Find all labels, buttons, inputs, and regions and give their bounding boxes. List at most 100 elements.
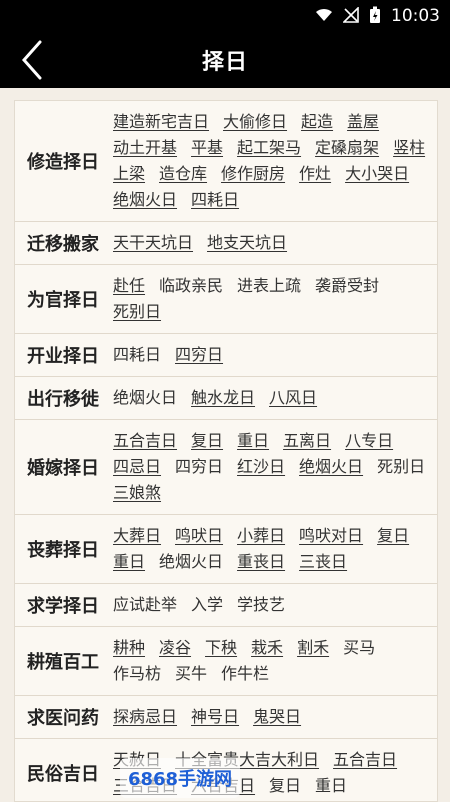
date-rule-link[interactable]: 天干天坑日 [113,230,193,256]
date-rule-link[interactable]: 绝烟火日 [299,454,363,480]
category-row: 修造择日 建造新宅吉日 大偷修日 起造 盖屋动土开基 平基 起工架马 定磉扇架 竖柱上梁 造仓库修… [15,101,437,222]
date-rule-link[interactable]: 神号日 [191,704,239,730]
date-rule-link[interactable]: 造仓库 [159,161,207,187]
category-label: 开业择日 [27,346,99,367]
date-rule-link[interactable]: 大葬日 [113,523,161,549]
date-rule-link[interactable]: 凌谷 [159,635,191,661]
date-rule-link[interactable]: 五离日 [283,428,331,454]
date-rule-link[interactable]: 平基 [191,135,223,161]
date-rule-link[interactable]: 四穷日 [175,342,223,368]
status-time: 10:03 [391,6,440,26]
date-rule-text: 四穷日 [175,457,224,476]
date-rule-link[interactable]: 建造新宅吉日 [113,109,209,135]
watermark-text: 6868手游网 [127,769,233,790]
chevron-left-icon [21,40,42,80]
category-items: 耕种 凌谷 下秧 栽禾 割禾 买马 作马枋 买牛 作牛栏 [111,633,437,689]
category-label: 民俗吉日 [27,764,99,785]
date-rule-link[interactable]: 四耗日 [191,187,239,213]
date-rule-link[interactable]: 三丧日 [299,549,347,575]
date-rule-link[interactable]: 重日 [237,428,269,454]
category-list[interactable]: 修造择日 建造新宅吉日 大偷修日 起造 盖屋动土开基 平基 起工架马 定磉扇架 竖柱上梁 造仓库修… [14,100,438,802]
date-rule-link[interactable]: 大偷修日 [223,109,287,135]
category-items: 探病忌日 神号日 鬼哭日 [111,702,437,732]
category-items: 绝烟火日 触水龙日 八风日 [111,383,437,413]
date-rule-link[interactable]: 小葬日 [237,523,285,549]
date-rule-link[interactable]: 下秧 [205,635,237,661]
date-rule-text: 死别日 [377,457,426,476]
date-rule-link[interactable]: 五合吉日 [113,428,177,454]
date-rule-text: 重日 [315,776,348,795]
category-items: 大葬日 鸣吠日 小葬日 鸣吠对日 复日重日 绝烟火日 重丧日 三丧日 [111,521,437,577]
no-signal-icon [342,5,359,26]
date-rule-text: 绝烟火日 [159,552,224,571]
category-label: 求学择日 [27,596,99,617]
date-rule-text: 临政亲民 [159,276,224,295]
date-rule-text: 买马 [343,638,376,657]
date-rule-link[interactable]: 四忌日 [113,454,161,480]
date-rule-link[interactable]: 上梁 [113,161,145,187]
date-rule-link[interactable]: 定磉扇架 [315,135,379,161]
date-rule-link[interactable]: 盖屋 [347,109,379,135]
page-title: 择日 [201,50,248,75]
category-row: 耕殖百工 耕种 凌谷 下秧 栽禾 割禾 买马 作马枋 买牛 作牛栏 [15,627,437,696]
date-rule-link[interactable]: 栽禾 [251,635,283,661]
date-rule-link[interactable]: 复日 [377,523,409,549]
date-rule-link[interactable]: 地支天坑日 [207,230,287,256]
category-row: 求学择日 应试赴举 入学 学技艺 [15,584,437,627]
category-row: 丧葬择日 大葬日 鸣吠日 小葬日 鸣吠对日 复日重日 绝烟火日 重丧日 三丧日 [15,515,437,584]
category-items: 五合吉日 复日 重日 五离日 八专日四忌日 四穷日 红沙日 绝烟火日 死别日三娘煞 [111,426,437,508]
date-rule-text: 学技艺 [237,595,286,614]
back-button[interactable] [12,38,52,82]
category-label: 修造择日 [27,152,99,173]
category-row: 出行移徙 绝烟火日 触水龙日 八风日 [15,377,437,420]
date-rule-link[interactable]: 大小哭日 [345,161,409,187]
date-rule-link[interactable]: 起工架马 [237,135,301,161]
date-rule-link[interactable]: 重丧日 [237,549,285,575]
date-rule-text: 应试赴举 [113,595,178,614]
category-items: 应试赴举 入学 学技艺 [111,590,437,620]
date-rule-text: 买牛 [175,664,208,683]
category-label: 耕殖百工 [27,652,99,673]
date-rule-link[interactable]: 动土开基 [113,135,177,161]
date-rule-link[interactable]: 复日 [191,428,223,454]
date-rule-link[interactable]: 探病忌日 [113,704,177,730]
date-rule-link[interactable]: 五合吉日 [333,747,397,773]
category-row: 迁移搬家 天干天坑日 地支天坑日 [15,222,437,265]
date-rule-link[interactable]: 八风日 [269,385,317,411]
date-rule-link[interactable]: 鬼哭日 [253,704,301,730]
date-rule-link[interactable]: 耕种 [113,635,145,661]
wifi-icon [315,8,333,25]
date-rule-text: 进表上疏 [237,276,302,295]
category-label: 出行移徙 [27,389,99,410]
category-label: 婚嫁择日 [27,458,99,479]
category-items: 建造新宅吉日 大偷修日 起造 盖屋动土开基 平基 起工架马 定磉扇架 竖柱上梁 造仓库 修作厨房作… [111,107,437,215]
date-rule-link[interactable]: 鸣吠日 [175,523,223,549]
category-label: 迁移搬家 [27,234,99,255]
date-rule-text: 绝烟火日 [113,388,178,407]
category-items: 四耗日 四穷日 [111,340,437,370]
date-rule-link[interactable]: 重日 [113,549,145,575]
date-rule-link[interactable]: 红沙日 [237,454,285,480]
category-items: 赴任 临政亲民 进表上疏 袭爵受封 死别日 [111,271,437,327]
date-rule-link[interactable]: 绝烟火日 [113,187,177,213]
category-label: 求医问药 [27,708,99,729]
date-rule-link[interactable]: 割禾 [297,635,329,661]
date-rule-link[interactable]: 作灶 [299,161,331,187]
date-rule-text: 四耗日 [113,345,162,364]
date-rule-link[interactable]: 死别日 [113,299,161,325]
date-rule-link[interactable]: 八专日 [345,428,393,454]
date-rule-link[interactable]: 起造 [301,109,333,135]
date-rule-text: 作牛栏 [221,664,270,683]
category-row: 婚嫁择日 五合吉日 复日 重日 五离日 八专日四忌日 四穷日 红沙日 绝烟火日 死别日三娘煞 [15,420,437,515]
date-rule-link[interactable]: 赴任 [113,273,145,299]
category-row: 求医问药 探病忌日 神号日 鬼哭日 [15,696,437,739]
status-bar: 10:03 [0,0,450,32]
category-label: 为官择日 [27,290,99,311]
date-rule-link[interactable]: 触水龙日 [191,385,255,411]
category-label: 丧葬择日 [27,540,99,561]
date-rule-link[interactable]: 三娘煞 [113,480,161,506]
date-rule-link[interactable]: 竖柱 [393,135,425,161]
app-header: 择日 [0,32,450,88]
date-rule-link[interactable]: 修作厨房 [221,161,285,187]
date-rule-link[interactable]: 鸣吠对日 [299,523,363,549]
